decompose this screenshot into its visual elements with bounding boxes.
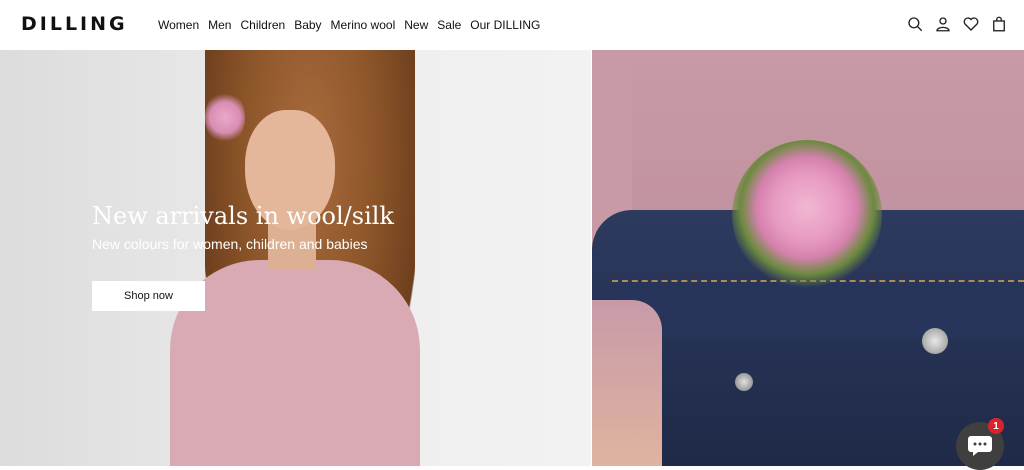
hero-photo-jeans-button bbox=[922, 328, 948, 354]
hero-image-jeans bbox=[592, 50, 1024, 466]
nav-item-children[interactable]: Children bbox=[240, 18, 285, 32]
hero-photo-sweater bbox=[170, 260, 420, 466]
main-nav: Women Men Children Baby Merino wool New … bbox=[158, 18, 549, 32]
site-header: DILLING Women Men Children Baby Merino w… bbox=[0, 0, 1024, 50]
hero-photo-flowers bbox=[205, 90, 245, 145]
nav-item-baby[interactable]: Baby bbox=[294, 18, 321, 32]
search-icon[interactable] bbox=[906, 15, 924, 33]
hero-banner: New arrivals in wool/silk New colours fo… bbox=[0, 50, 1024, 466]
bag-icon[interactable] bbox=[990, 15, 1008, 33]
hero-photo-bouquet bbox=[732, 140, 882, 290]
hero-subtitle: New colours for women, children and babi… bbox=[92, 236, 368, 252]
hero-image-woman bbox=[0, 50, 591, 466]
hero-photo-rivet bbox=[735, 373, 753, 391]
shop-now-button[interactable]: Shop now bbox=[92, 281, 205, 311]
nav-item-men[interactable]: Men bbox=[208, 18, 231, 32]
nav-item-new[interactable]: New bbox=[404, 18, 428, 32]
nav-item-women[interactable]: Women bbox=[158, 18, 199, 32]
nav-item-our-dilling[interactable]: Our DILLING bbox=[470, 18, 540, 32]
hero-photo-hand bbox=[592, 300, 662, 466]
hero-title: New arrivals in wool/silk bbox=[92, 202, 394, 230]
heart-icon[interactable] bbox=[962, 15, 980, 33]
header-icons bbox=[906, 15, 1008, 33]
account-icon[interactable] bbox=[934, 15, 952, 33]
nav-item-sale[interactable]: Sale bbox=[437, 18, 461, 32]
chat-icon bbox=[968, 436, 992, 456]
nav-item-merino-wool[interactable]: Merino wool bbox=[331, 18, 396, 32]
chat-notification-badge: 1 bbox=[988, 418, 1004, 434]
brand-logo[interactable]: DILLING bbox=[21, 13, 128, 35]
